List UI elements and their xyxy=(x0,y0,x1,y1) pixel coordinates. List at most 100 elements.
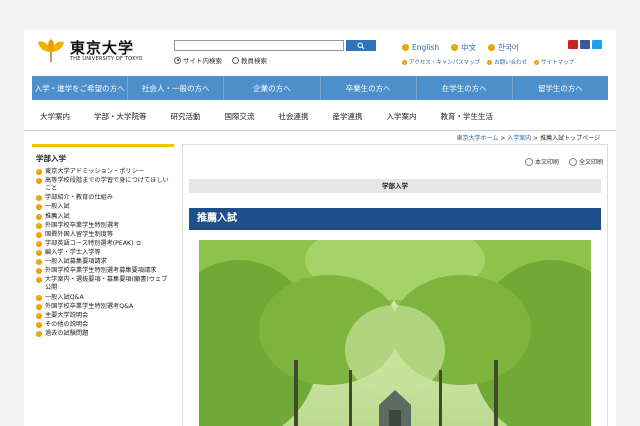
print-controls: 本文印刷 全文印刷 xyxy=(515,157,603,166)
arrow-bullet-icon: › xyxy=(36,330,42,337)
sidebar-item[interactable]: › 一般入試 xyxy=(32,203,174,211)
print-body-button[interactable]: 本文印刷 xyxy=(524,157,559,166)
sidebar-item-label: 外国学校卒業学生特別選考 xyxy=(45,221,120,229)
print-all-button[interactable]: 全文印刷 xyxy=(568,157,603,166)
print-body-label: 本文印刷 xyxy=(534,159,559,166)
arrow-bullet-icon: › xyxy=(36,303,42,310)
audience-nav: 入学・進学をご希望の方へ 社会人・一般の方へ 企業の方へ 卒業生の方へ 在学生の… xyxy=(32,76,608,100)
sidebar-item[interactable]: › 過去の試験問題 xyxy=(32,330,174,338)
radio-faculty-search-label: 教員検索 xyxy=(241,57,267,65)
sidebar-item-active[interactable]: › 推薦入試 xyxy=(32,213,174,221)
sidebar-item[interactable]: › 東京大学アドミッション・ポリシー xyxy=(32,168,174,176)
youtube-icon[interactable] xyxy=(568,40,578,49)
utility-links: › アクセス・キャンパスマップ › お問い合わせ › サイトマップ xyxy=(402,58,581,66)
arrow-bullet-icon: › xyxy=(534,59,540,65)
main-nav-item[interactable]: 教育・学生生活 xyxy=(441,111,494,122)
radio-site-search[interactable]: サイト内検索 xyxy=(174,55,222,65)
logo-name-jp: 東京大学 xyxy=(70,39,135,57)
sidebar-item-label: 国費外国人留学生制度等 xyxy=(45,230,114,238)
arrow-bullet-icon: › xyxy=(451,44,459,51)
main-nav-item[interactable]: 国際交流 xyxy=(225,111,255,122)
audience-nav-item[interactable]: 卒業生の方へ xyxy=(319,76,416,100)
external-link-icon: ⧉ xyxy=(136,239,141,247)
sidebar-item[interactable]: › 外国学校卒業学生特別選考募集要項請求 xyxy=(32,267,174,275)
arrow-bullet-icon: › xyxy=(487,59,493,65)
search-button[interactable] xyxy=(346,40,376,51)
sublink-label: お問い合わせ xyxy=(494,60,528,66)
sidebar-item[interactable]: › 主要大学説明会 xyxy=(32,312,174,320)
main-nav-item[interactable]: 社会連携 xyxy=(279,111,309,122)
sidebar-item[interactable]: › 国費外国人留学生制度等 xyxy=(32,231,174,239)
audience-nav-item[interactable]: 企業の方へ xyxy=(223,76,319,100)
site-search: サイト内検索 教員検索 xyxy=(174,40,376,65)
page: 東京大学 THE UNIVERSITY OF TOKYO サイト内検索 教員検索 xyxy=(24,30,616,426)
sidebar-item-label: 一般入試募集要項請求 xyxy=(45,258,107,266)
social-links xyxy=(566,40,602,49)
breadcrumb-separator: > xyxy=(498,135,508,142)
main-nav: 大学案内 学部・大学院等 研究活動 国際交流 社会連携 産学連携 入学案内 教育… xyxy=(24,102,616,130)
arrow-bullet-icon: › xyxy=(36,178,42,185)
sidebar-item[interactable]: › 学部紹介・教育の仕組み xyxy=(32,194,174,202)
facebook-icon[interactable] xyxy=(580,40,590,49)
sidebar-item-label: 高等学校段階までの学習で身につけてほしいこと xyxy=(45,177,169,193)
lang-english-link[interactable]: › English xyxy=(402,42,439,53)
main-nav-item[interactable]: 入学案内 xyxy=(387,111,417,122)
twitter-icon[interactable] xyxy=(592,40,602,49)
radio-faculty-search[interactable]: 教員検索 xyxy=(232,55,267,65)
logo-name-en: THE UNIVERSITY OF TOKYO xyxy=(70,56,143,62)
main-content: 本文印刷 全文印刷 学部入学 推薦入試 xyxy=(182,144,608,426)
main-nav-item[interactable]: 大学案内 xyxy=(40,111,70,122)
university-logo[interactable]: 東京大学 THE UNIVERSITY OF TOKYO xyxy=(36,38,143,64)
sidebar-item-label: 過去の試験問題 xyxy=(45,329,89,337)
ginkgo-logo-icon xyxy=(38,39,64,62)
breadcrumb: 東京大学ホーム > 入学案内 > 推薦入試トップページ xyxy=(24,130,616,142)
sidebar-item[interactable]: › その他の説明会 xyxy=(32,321,174,329)
sidebar-item[interactable]: › 編入学・学士入学等 xyxy=(32,249,174,257)
lang-korean-link[interactable]: › 한국어 xyxy=(488,42,519,53)
main-nav-item[interactable]: 研究活動 xyxy=(171,111,201,122)
arrow-bullet-icon: › xyxy=(36,169,42,175)
sublink-label: アクセス・キャンパスマップ xyxy=(409,60,481,66)
arrow-bullet-icon: › xyxy=(402,44,409,51)
main-nav-item[interactable]: 産学連携 xyxy=(333,111,363,122)
radio-selected-icon xyxy=(174,56,181,64)
radio-site-search-label: サイト内検索 xyxy=(183,57,222,65)
sidebar-item-label: 学部英語コース特別選考(PEAK) xyxy=(45,239,134,247)
sidebar-item[interactable]: › 外国学校卒業学生特別選考 xyxy=(32,222,174,230)
arrow-bullet-icon: › xyxy=(36,259,42,266)
breadcrumb-admissions[interactable]: 入学案内 xyxy=(507,135,531,142)
arrow-bullet-icon: › xyxy=(36,321,42,328)
sidebar-item-label: 外国学校卒業学生特別選考募集要項請求 xyxy=(45,267,157,275)
sidebar-item-label: 一般入試 xyxy=(45,203,70,211)
search-input[interactable] xyxy=(174,40,344,51)
audience-nav-item[interactable]: 社会人・一般の方へ xyxy=(127,76,223,100)
audience-nav-item[interactable]: 在学生の方へ xyxy=(415,76,512,100)
breadcrumb-home[interactable]: 東京大学ホーム xyxy=(457,135,499,142)
sidebar-item[interactable]: › 大学案内・選抜要項・募集要項(願書)ウェブ公開 xyxy=(32,276,174,292)
sidebar-list: › 東京大学アドミッション・ポリシー › 高等学校段階までの学習で身につけてほしいこ… xyxy=(32,168,174,338)
lang-label: English xyxy=(412,43,440,52)
lang-chinese-link[interactable]: › 中文 xyxy=(451,42,476,53)
sidebar: 学部入学 › 東京大学アドミッション・ポリシー › 高等学校段階までの学習で身につけ… xyxy=(32,144,174,426)
audience-nav-item[interactable]: 留学生の方へ xyxy=(511,76,608,100)
arrow-bullet-icon: › xyxy=(36,249,42,256)
sitemap-link[interactable]: › サイトマップ xyxy=(534,58,574,66)
breadcrumb-current: 推薦入試トップページ xyxy=(540,135,600,142)
sidebar-item[interactable]: › 学部英語コース特別選考(PEAK) ⧉ xyxy=(32,240,174,248)
section-heading: 学部入学 xyxy=(189,179,601,193)
audience-nav-item[interactable]: 入学・進学をご希望の方へ xyxy=(32,76,127,100)
sidebar-item-label: 編入学・学士入学等 xyxy=(45,248,101,256)
sidebar-item[interactable]: › 一般入試Q&A xyxy=(32,294,174,302)
sidebar-item[interactable]: › 高等学校段階までの学習で身につけてほしいこと xyxy=(32,177,174,193)
sublink-label: サイトマップ xyxy=(541,60,575,66)
sidebar-item-label: 外国学校卒業学生特別選考Q&A xyxy=(45,302,134,310)
contact-link[interactable]: › お問い合わせ xyxy=(487,58,527,66)
sidebar-item-label: その他の説明会 xyxy=(45,320,89,328)
arrow-bullet-icon: › xyxy=(36,231,42,238)
arrow-bullet-icon: › xyxy=(36,213,42,220)
arrow-bullet-icon: › xyxy=(36,268,42,275)
main-nav-item[interactable]: 学部・大学院等 xyxy=(94,111,147,122)
sidebar-item[interactable]: › 外国学校卒業学生特別選考Q&A xyxy=(32,303,174,311)
sidebar-item[interactable]: › 一般入試募集要項請求 xyxy=(32,258,174,266)
access-map-link[interactable]: › アクセス・キャンパスマップ xyxy=(402,58,480,66)
